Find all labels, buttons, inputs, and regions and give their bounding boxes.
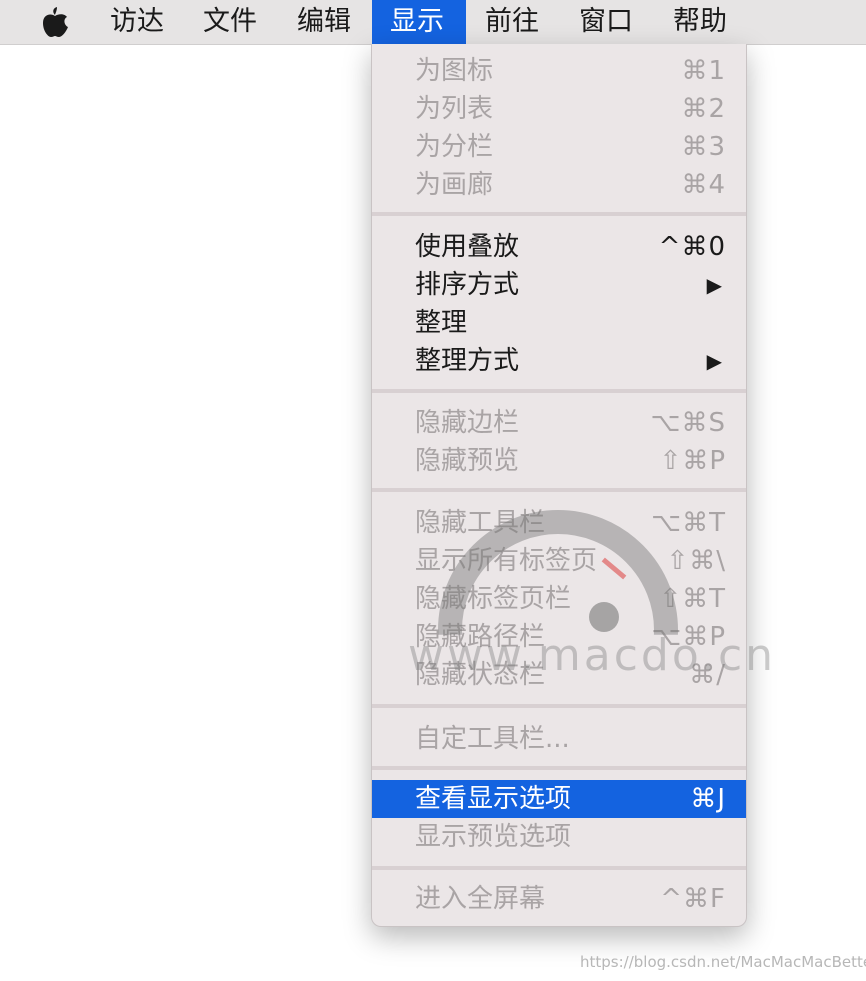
menu-item-shortcut: ⌘/: [689, 660, 726, 690]
menu-item-label: 显示所有标签页: [415, 546, 598, 576]
menu-item-shortcut: ^⌘F: [660, 884, 726, 914]
menu-item-label: 排序方式: [415, 270, 520, 300]
menu-separator: [372, 212, 746, 216]
menubar-item-finder[interactable]: 访达: [96, 0, 178, 44]
apple-menu-icon[interactable]: [40, 6, 70, 38]
menu-item-show-view-options[interactable]: 查看显示选项 ⌘J: [372, 780, 746, 818]
menu-item-shortcut: ⌘4: [681, 170, 726, 200]
submenu-arrow-icon: ▶: [706, 273, 722, 297]
menu-item-hide-path-bar[interactable]: 隐藏路径栏 ⌥⌘P: [372, 618, 746, 656]
menu-item-label: 为分栏: [415, 132, 494, 162]
menu-item-hide-tab-bar[interactable]: 隐藏标签页栏 ⇧⌘T: [372, 580, 746, 618]
menu-item-label: 隐藏路径栏: [415, 622, 546, 652]
menu-item-shortcut: ⌘3: [681, 132, 726, 162]
menu-item-shortcut: ^⌘0: [658, 232, 726, 262]
menu-item-as-icons[interactable]: 为图标 ⌘1: [372, 52, 746, 90]
menu-item-customize-toolbar[interactable]: 自定工具栏...: [372, 720, 746, 758]
menu-item-show-preview-options[interactable]: 显示预览选项: [372, 818, 746, 856]
menu-item-clean-up[interactable]: 整理: [372, 304, 746, 342]
menu-item-hide-status-bar[interactable]: 隐藏状态栏 ⌘/: [372, 656, 746, 694]
menu-item-label: 隐藏标签页栏: [415, 584, 572, 614]
source-credit: https://blog.csdn.net/MacMacMacBetter: [580, 953, 866, 971]
view-menu-dropdown: 为图标 ⌘1 为列表 ⌘2 为分栏 ⌘3 为画廊 ⌘4 使用叠放 ^⌘0 排序方…: [371, 44, 747, 927]
menu-item-label: 查看显示选项: [415, 784, 572, 814]
menu-item-label: 隐藏工具栏: [415, 508, 546, 538]
menu-item-label: 为列表: [415, 94, 494, 124]
menu-item-show-all-tabs[interactable]: 显示所有标签页 ⇧⌘\: [372, 542, 746, 580]
menu-item-as-list[interactable]: 为列表 ⌘2: [372, 90, 746, 128]
menu-item-label: 自定工具栏...: [415, 724, 570, 754]
menu-item-label: 显示预览选项: [415, 822, 572, 852]
menu-separator: [372, 389, 746, 393]
menu-item-sort-by[interactable]: 排序方式 ▶: [372, 266, 746, 304]
menubar-item-view[interactable]: 显示: [372, 0, 466, 44]
menu-bar: 访达 文件 编辑 显示 前往 窗口 帮助: [0, 0, 866, 45]
menu-item-label: 进入全屏幕: [415, 884, 546, 914]
menubar-item-help[interactable]: 帮助: [659, 0, 741, 44]
menu-item-label: 隐藏预览: [415, 446, 520, 476]
menu-item-shortcut: ⌘J: [690, 784, 726, 814]
menu-item-shortcut: ⌘1: [681, 56, 726, 86]
menu-item-clean-up-by[interactable]: 整理方式 ▶: [372, 342, 746, 380]
menu-separator: [372, 488, 746, 492]
menu-item-as-columns[interactable]: 为分栏 ⌘3: [372, 128, 746, 166]
menu-item-shortcut: ⇧⌘T: [659, 584, 726, 614]
menubar-item-go[interactable]: 前往: [471, 0, 553, 44]
submenu-arrow-icon: ▶: [706, 349, 722, 373]
menu-item-hide-toolbar[interactable]: 隐藏工具栏 ⌥⌘T: [372, 504, 746, 542]
menu-item-label: 为图标: [415, 56, 494, 86]
menu-item-shortcut: ⇧⌘P: [659, 446, 726, 476]
menu-item-as-gallery[interactable]: 为画廊 ⌘4: [372, 166, 746, 204]
menubar-item-file[interactable]: 文件: [189, 0, 271, 44]
menu-item-hide-preview[interactable]: 隐藏预览 ⇧⌘P: [372, 442, 746, 480]
menubar-item-window[interactable]: 窗口: [565, 0, 647, 44]
menu-item-shortcut: ⌥⌘P: [651, 622, 726, 652]
menu-item-label: 隐藏边栏: [415, 408, 520, 438]
menu-separator: [372, 766, 746, 770]
menu-item-label: 使用叠放: [415, 232, 520, 262]
menu-item-label: 整理方式: [415, 346, 520, 376]
menu-item-enter-full-screen[interactable]: 进入全屏幕 ^⌘F: [372, 880, 746, 918]
menu-item-use-stacks[interactable]: 使用叠放 ^⌘0: [372, 228, 746, 266]
menu-separator: [372, 866, 746, 870]
menu-item-label: 隐藏状态栏: [415, 660, 546, 690]
menu-item-label: 整理: [415, 308, 468, 338]
menu-separator: [372, 704, 746, 708]
menu-item-label: 为画廊: [415, 170, 494, 200]
menu-item-shortcut: ⇧⌘\: [666, 546, 726, 576]
menu-item-shortcut: ⌘2: [681, 94, 726, 124]
menu-item-shortcut: ⌥⌘S: [650, 408, 726, 438]
menu-item-hide-sidebar[interactable]: 隐藏边栏 ⌥⌘S: [372, 404, 746, 442]
menu-item-shortcut: ⌥⌘T: [651, 508, 726, 538]
menubar-item-edit[interactable]: 编辑: [283, 0, 365, 44]
